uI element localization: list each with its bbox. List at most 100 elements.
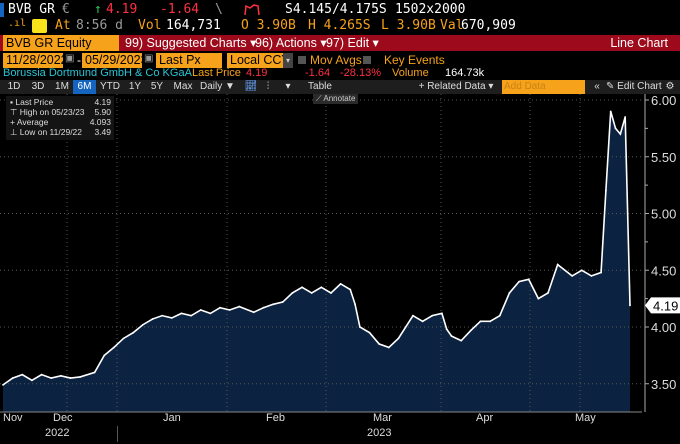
low-price: L 3.90B xyxy=(381,18,436,33)
legend-label: Average xyxy=(17,117,49,127)
period-1d[interactable]: 1D xyxy=(3,80,25,94)
x-tick-label: Mar xyxy=(373,412,392,424)
period-3d[interactable]: 3D xyxy=(27,80,49,94)
key-events-label[interactable]: Key Events xyxy=(384,53,445,67)
data-point xyxy=(610,110,612,112)
data-point xyxy=(451,335,453,337)
signal-icon: .ıl xyxy=(8,18,26,29)
volume-value: 164.73k xyxy=(445,67,484,80)
period-5y[interactable]: 5Y xyxy=(147,80,167,94)
last-value-label: 4.19 xyxy=(653,298,678,313)
currency-select[interactable]: Local CCY xyxy=(227,53,283,68)
sparkline-icon xyxy=(244,4,260,16)
field-select[interactable]: Last Px xyxy=(156,53,222,68)
net-change: -1.64 xyxy=(160,2,199,17)
x-tick-label: Nov xyxy=(3,412,23,424)
period-1m[interactable]: 1M xyxy=(51,80,73,94)
data-point xyxy=(291,292,293,294)
data-point xyxy=(528,278,530,280)
legend-last-price: ▪ Last Price4.19 xyxy=(10,97,114,107)
data-point xyxy=(311,292,313,294)
table-button[interactable]: Table xyxy=(300,80,340,94)
frequency-select[interactable]: Daily ▼ xyxy=(200,80,234,94)
period-1y[interactable]: 1Y xyxy=(125,80,145,94)
period-ytd[interactable]: YTD xyxy=(98,80,122,94)
data-point xyxy=(441,312,443,314)
data-point xyxy=(422,320,424,322)
security-info: Borussia Dortmund GmbH & Co KGaA Last Pr… xyxy=(0,67,680,80)
data-point xyxy=(605,190,607,192)
edit-chart-button[interactable]: ✎ Edit Chart xyxy=(606,80,661,94)
data-point xyxy=(378,343,380,345)
data-point xyxy=(354,303,356,305)
range-dash: - xyxy=(77,53,81,67)
period-max[interactable]: Max xyxy=(170,80,196,94)
bid-ask: S4.145/4.175S xyxy=(285,2,387,17)
x-tick-label: May xyxy=(575,412,596,424)
data-point xyxy=(200,309,202,311)
last-price-value: 4.19 xyxy=(246,67,267,80)
data-point xyxy=(209,312,211,314)
suggested-charts-button[interactable]: 99) Suggested Charts ▾ xyxy=(125,35,256,51)
legend-value: 4.093 xyxy=(90,117,111,127)
calendar-icon[interactable]: ▣ xyxy=(144,53,153,64)
data-point xyxy=(412,315,414,317)
y-tick-label: 4.50 xyxy=(651,263,676,278)
data-point xyxy=(629,305,631,307)
data-point xyxy=(537,298,539,300)
data-point xyxy=(50,377,52,379)
data-point xyxy=(41,374,43,376)
gear-icon[interactable]: ⚙ xyxy=(663,80,677,94)
data-point xyxy=(431,315,433,317)
traded-value: 670,909 xyxy=(461,18,516,33)
chevron-down-icon[interactable]: ▾ xyxy=(283,53,293,68)
annotate-button[interactable]: ⟋ Annotate xyxy=(313,94,358,104)
command-bar: BVB GR Equity 99) Suggested Charts ▾ 96)… xyxy=(0,35,680,51)
chart-legend: ▪ Last Price4.19 ⊤ High on 05/23/235.90 … xyxy=(6,96,114,140)
chevron-down-icon[interactable]: ▾ xyxy=(283,80,293,94)
data-point xyxy=(480,320,482,322)
related-data-button[interactable]: + Related Data ▾ xyxy=(418,80,494,94)
actions-button[interactable]: 96) Actions ▾ xyxy=(255,35,327,51)
x-year-label: 2023 xyxy=(367,427,391,439)
chart-type-label: Line Chart xyxy=(610,35,668,51)
data-point xyxy=(340,283,342,285)
data-point xyxy=(320,286,322,288)
end-date-field[interactable]: 05/29/2023 xyxy=(82,53,142,68)
line-chart-icon[interactable]: 📈︎ xyxy=(243,80,259,94)
data-point xyxy=(388,347,390,349)
data-point xyxy=(161,315,163,317)
data-point xyxy=(94,372,96,374)
chart-toolbar: 1D 3D 1M 6M YTD 1Y 5Y Max Daily ▼ 📈︎ ⫶ ▾… xyxy=(0,80,680,94)
data-point xyxy=(446,328,448,330)
low-icon: ⊥ xyxy=(10,127,20,137)
data-point xyxy=(509,292,511,294)
data-point xyxy=(600,272,602,274)
ticker: BVB GR xyxy=(8,2,55,17)
y-tick-label: 5.50 xyxy=(651,150,676,165)
period-6m[interactable]: 6M xyxy=(73,80,96,94)
data-point xyxy=(152,318,154,320)
collapse-icon[interactable]: « xyxy=(591,80,603,94)
edit-button[interactable]: 97) Edit ▾ xyxy=(326,35,379,51)
mov-avgs-checkbox[interactable] xyxy=(298,56,306,64)
add-data-input[interactable]: Add Data xyxy=(502,80,585,94)
high-price: H 4.265S xyxy=(308,18,371,33)
y-tick-label: 5.00 xyxy=(651,207,676,222)
security-field[interactable]: BVB GR Equity xyxy=(3,35,119,51)
bar-chart-icon[interactable]: ⫶ xyxy=(261,80,275,94)
data-point xyxy=(190,315,192,317)
data-point xyxy=(113,347,115,349)
data-point xyxy=(60,375,62,377)
start-date-field[interactable]: 11/28/2022 xyxy=(3,53,63,68)
data-point xyxy=(171,317,173,319)
key-events-checkbox[interactable] xyxy=(363,56,371,64)
data-point xyxy=(619,133,621,135)
data-point xyxy=(398,337,400,339)
calendar-icon[interactable]: ▣ xyxy=(65,53,74,64)
average-icon: + xyxy=(10,117,17,127)
change-pct: -28.13% xyxy=(340,67,381,80)
price-chart: 3.504.004.505.005.506.004.19 xyxy=(0,94,680,444)
mov-avgs-label[interactable]: Mov Avgs xyxy=(310,53,362,67)
quote-line: BVB GR € ↑ 4.19 -1.64 \ S4.145/4.175S 15… xyxy=(0,2,680,19)
